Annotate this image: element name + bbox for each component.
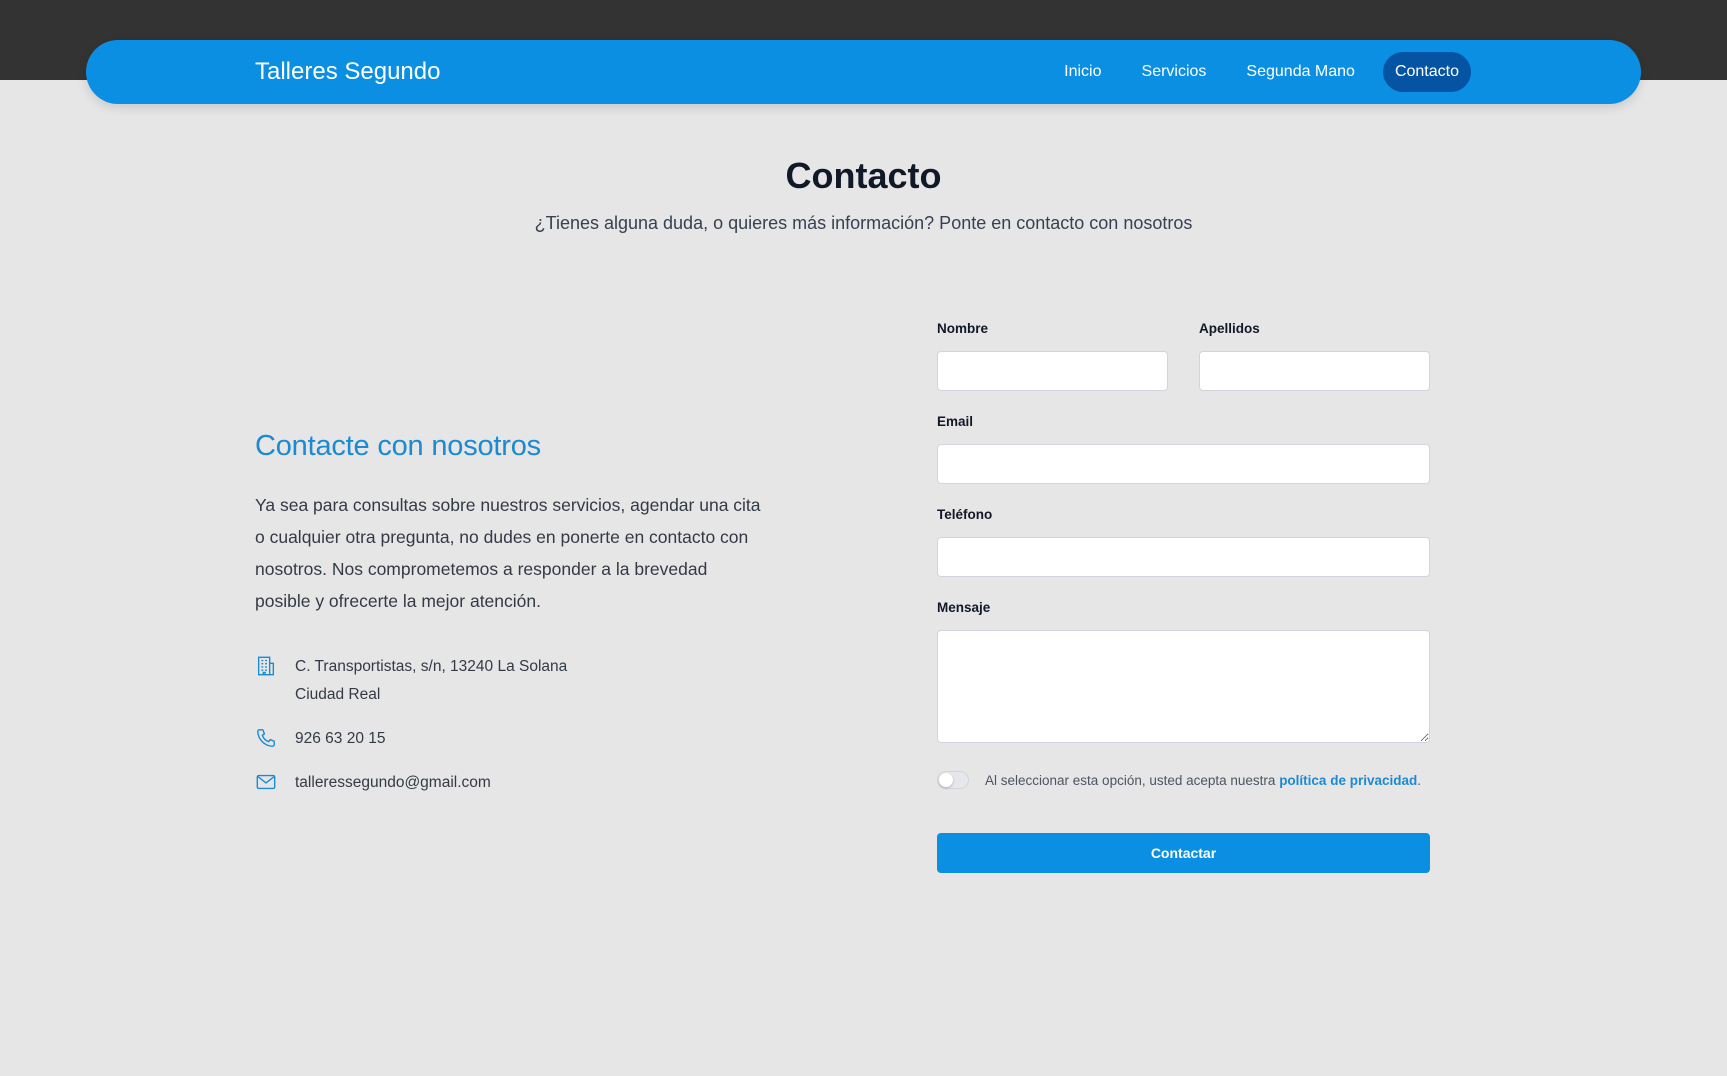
telefono-input[interactable] [937, 537, 1430, 577]
email-text[interactable]: talleressegundo@gmail.com [295, 769, 491, 797]
apellidos-input[interactable] [1199, 351, 1430, 391]
privacy-toggle[interactable] [937, 771, 969, 789]
mensaje-group: Mensaje [937, 599, 1430, 743]
nombre-input[interactable] [937, 351, 1168, 391]
nav-links: Inicio Servicios Segunda Mano Contacto [1044, 52, 1471, 92]
apellidos-label: Apellidos [1199, 321, 1260, 336]
brand-logo[interactable]: Talleres Segundo [255, 40, 440, 104]
nav-link-segunda-mano[interactable]: Segunda Mano [1226, 52, 1375, 92]
nombre-group: Nombre [937, 320, 1168, 391]
email-group: Email [937, 413, 1430, 484]
address-line-2: Ciudad Real [295, 686, 381, 703]
phone-text[interactable]: 926 63 20 15 [295, 725, 386, 753]
consent-text: Al seleccionar esta opción, usted acepta… [985, 773, 1421, 788]
contact-details: C. Transportistas, s/n, 13240 La Solana … [255, 653, 775, 797]
nombre-label: Nombre [937, 321, 989, 336]
contact-info-section: Contacte con nosotros Ya sea para consul… [255, 430, 775, 813]
privacy-policy-link[interactable]: política de privacidad [1279, 773, 1417, 788]
contact-form: Nombre Apellidos Email Teléfono Mensaje … [937, 320, 1430, 873]
page-subtitle: ¿Tienes alguna duda, o quieres más infor… [534, 213, 1193, 233]
apellidos-group: Apellidos [1199, 320, 1430, 391]
consent-text-start: Al seleccionar esta opción, usted acepta… [985, 772, 1280, 788]
nav-link-contacto[interactable]: Contacto [1382, 52, 1471, 92]
email-input[interactable] [937, 444, 1430, 484]
contact-description: Ya sea para consultas sobre nuestros ser… [255, 495, 761, 611]
privacy-consent: Al seleccionar esta opción, usted acepta… [937, 771, 1430, 789]
email-row: talleressegundo@gmail.com [255, 769, 775, 797]
telefono-label: Teléfono [937, 507, 993, 522]
contact-heading: Contacte con nosotros [255, 430, 541, 462]
contactar-button[interactable]: Contactar [937, 833, 1430, 873]
address-text: C. Transportistas, s/n, 13240 La Solana … [295, 653, 567, 709]
nav-link-inicio[interactable]: Inicio [1044, 52, 1121, 92]
consent-text-end: . [1417, 772, 1421, 788]
phone-icon [255, 727, 277, 749]
mail-icon [255, 771, 277, 793]
toggle-knob [939, 773, 953, 787]
email-label: Email [937, 414, 974, 429]
mensaje-textarea[interactable] [937, 630, 1430, 743]
name-row: Nombre Apellidos [937, 320, 1430, 391]
page-title: Contacto [785, 155, 942, 196]
address-row: C. Transportistas, s/n, 13240 La Solana … [255, 653, 775, 709]
building-icon [255, 655, 277, 677]
mensaje-label: Mensaje [937, 600, 991, 615]
telefono-group: Teléfono [937, 506, 1430, 577]
nav-link-servicios[interactable]: Servicios [1122, 52, 1227, 92]
address-line-1: C. Transportistas, s/n, 13240 La Solana [295, 658, 568, 675]
phone-row: 926 63 20 15 [255, 725, 775, 753]
navbar: Talleres Segundo Inicio Servicios Segund… [86, 40, 1641, 104]
